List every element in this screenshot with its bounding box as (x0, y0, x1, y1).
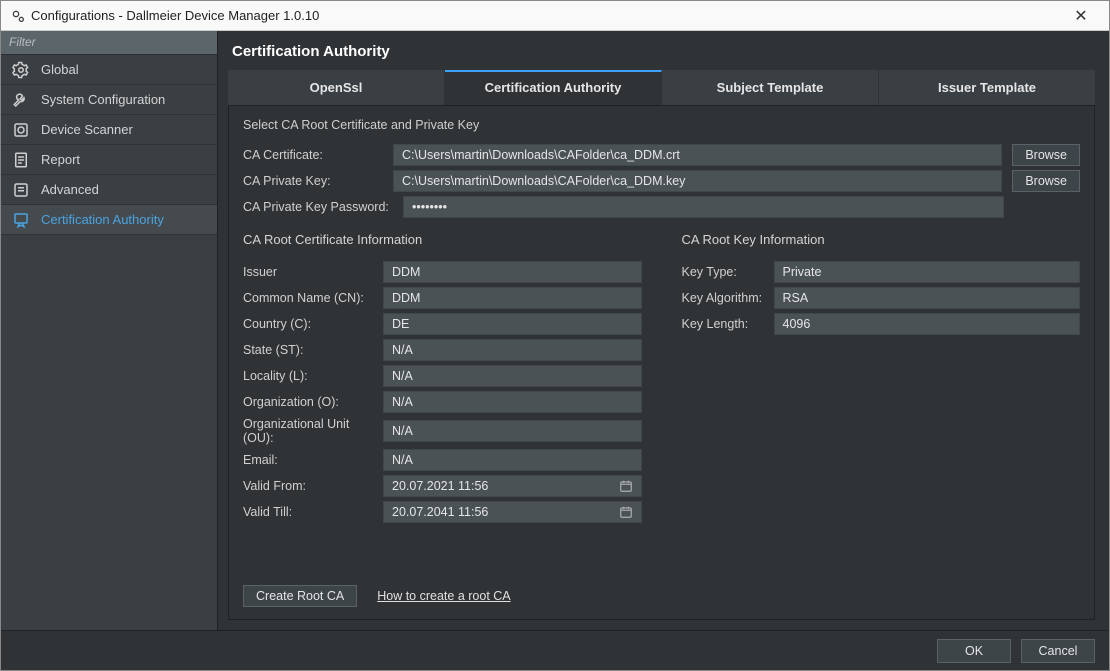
locality-label: Locality (L): (243, 369, 383, 383)
bottom-actions: Create Root CA How to create a root CA (243, 575, 1080, 607)
ou-label: Organizational Unit (OU): (243, 417, 383, 445)
key-len-label: Key Length: (682, 317, 774, 331)
tabs: OpenSsl Certification Authority Subject … (228, 70, 1095, 106)
config-window: Configurations - Dallmeier Device Manage… (0, 0, 1110, 671)
browse-button-cert[interactable]: Browse (1012, 144, 1080, 166)
ca-certificate-label: CA Certificate: (243, 148, 383, 162)
certificate-icon (11, 210, 31, 230)
ca-certificate-row: CA Certificate: Browse (243, 144, 1080, 166)
key-type-value: Private (774, 261, 1081, 283)
key-type-label: Key Type: (682, 265, 774, 279)
ca-private-key-label: CA Private Key: (243, 174, 383, 188)
advanced-icon (11, 180, 31, 200)
key-len-value: 4096 (774, 313, 1081, 335)
state-value: N/A (383, 339, 642, 361)
sidebar-item-label: Device Scanner (41, 122, 133, 137)
sidebar-item-device-scanner[interactable]: Device Scanner (1, 115, 217, 145)
valid-till-value[interactable]: 20.07.2041 11:56 (383, 501, 642, 523)
ou-value: N/A (383, 420, 642, 442)
key-info-column: CA Root Key Information Key Type:Private… (682, 232, 1081, 563)
sidebar-item-label: Global (41, 62, 79, 77)
cn-label: Common Name (CN): (243, 291, 383, 305)
titlebar: Configurations - Dallmeier Device Manage… (1, 1, 1109, 31)
issuer-value: DDM (383, 261, 642, 283)
cancel-button[interactable]: Cancel (1021, 639, 1095, 663)
footer: OK Cancel (1, 630, 1109, 670)
state-label: State (ST): (243, 343, 383, 357)
gears-icon (9, 7, 27, 25)
org-value: N/A (383, 391, 642, 413)
key-alg-label: Key Algorithm: (682, 291, 774, 305)
calendar-icon[interactable] (619, 479, 633, 493)
ca-password-input[interactable] (403, 196, 1004, 218)
tab-subject-template[interactable]: Subject Template (662, 70, 879, 105)
sidebar-item-certification-authority[interactable]: Certification Authority (1, 205, 217, 235)
howto-link[interactable]: How to create a root CA (377, 589, 510, 603)
cn-value: DDM (383, 287, 642, 309)
page-title: Certification Authority (228, 37, 1095, 70)
sidebar-item-global[interactable]: Global (1, 55, 217, 85)
country-label: Country (C): (243, 317, 383, 331)
valid-from-label: Valid From: (243, 479, 383, 493)
calendar-icon[interactable] (619, 505, 633, 519)
sidebar-filter[interactable]: Filter (1, 31, 217, 55)
scanner-icon (11, 120, 31, 140)
locality-value: N/A (383, 365, 642, 387)
sidebar-item-system-config[interactable]: System Configuration (1, 85, 217, 115)
key-info-title: CA Root Key Information (682, 232, 1081, 247)
sidebar-item-label: Advanced (41, 182, 99, 197)
ca-private-key-input[interactable] (393, 170, 1002, 192)
close-icon[interactable]: ✕ (1061, 6, 1101, 26)
org-label: Organization (O): (243, 395, 383, 409)
country-value: DE (383, 313, 642, 335)
email-value: N/A (383, 449, 642, 471)
issuer-label: Issuer (243, 265, 383, 279)
wrench-icon (11, 90, 31, 110)
tab-certification-authority[interactable]: Certification Authority (445, 70, 662, 105)
sidebar-item-advanced[interactable]: Advanced (1, 175, 217, 205)
ca-password-label: CA Private Key Password: (243, 200, 393, 214)
ca-certificate-input[interactable] (393, 144, 1002, 166)
key-alg-value: RSA (774, 287, 1081, 309)
sidebar-item-label: System Configuration (41, 92, 165, 107)
ca-password-row: CA Private Key Password: (243, 196, 1080, 218)
sidebar-item-label: Certification Authority (41, 212, 164, 227)
info-columns: CA Root Certificate Information IssuerDD… (243, 232, 1080, 563)
sidebar-item-label: Report (41, 152, 80, 167)
valid-from-value[interactable]: 20.07.2021 11:56 (383, 475, 642, 497)
sidebar-item-report[interactable]: Report (1, 145, 217, 175)
window-body: Filter Global System Configuration Devic… (1, 31, 1109, 670)
ok-button[interactable]: OK (937, 639, 1011, 663)
create-root-ca-button[interactable]: Create Root CA (243, 585, 357, 607)
sidebar: Filter Global System Configuration Devic… (1, 31, 218, 630)
window-title: Configurations - Dallmeier Device Manage… (27, 8, 1061, 23)
report-icon (11, 150, 31, 170)
cert-info-title: CA Root Certificate Information (243, 232, 642, 247)
tab-openssl[interactable]: OpenSsl (228, 70, 445, 105)
content-area: Certification Authority OpenSsl Certific… (218, 31, 1109, 630)
panel: Select CA Root Certificate and Private K… (228, 106, 1095, 620)
select-section-title: Select CA Root Certificate and Private K… (243, 118, 1080, 132)
valid-till-label: Valid Till: (243, 505, 383, 519)
tab-issuer-template[interactable]: Issuer Template (879, 70, 1095, 105)
ca-private-key-row: CA Private Key: Browse (243, 170, 1080, 192)
gear-icon (11, 60, 31, 80)
email-label: Email: (243, 453, 383, 467)
browse-button-key[interactable]: Browse (1012, 170, 1080, 192)
cert-info-column: CA Root Certificate Information IssuerDD… (243, 232, 642, 563)
main-row: Filter Global System Configuration Devic… (1, 31, 1109, 630)
